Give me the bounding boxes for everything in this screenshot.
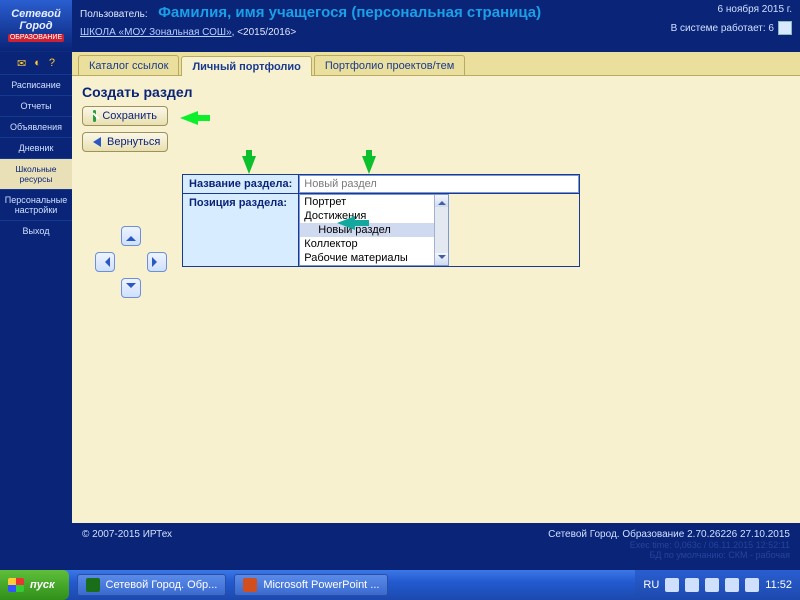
mail-icon[interactable]: ✉ bbox=[17, 57, 26, 70]
option-new-section[interactable]: Новый раздел bbox=[300, 223, 448, 237]
tabbar: Каталог ссылок Личный портфолио Портфоли… bbox=[72, 52, 800, 76]
name-field-label: Название раздела: bbox=[183, 175, 299, 194]
task-label-browser: Сетевой Город. Обр... bbox=[106, 579, 218, 591]
page-title: Фамилия, имя учащегося (персональная стр… bbox=[158, 4, 541, 21]
back-button-label: Вернуться bbox=[107, 136, 160, 148]
tab-personal-portfolio[interactable]: Личный портфолио bbox=[181, 56, 311, 76]
save-icon bbox=[93, 110, 96, 122]
section-title: Создать раздел bbox=[82, 84, 790, 100]
back-button[interactable]: Вернуться bbox=[82, 132, 168, 152]
online-count: В системе работает: 6 bbox=[671, 23, 774, 34]
user-label: Пользователь: bbox=[80, 9, 148, 20]
task-icon-browser bbox=[86, 578, 100, 592]
sidebar-item-announcements[interactable]: Объявления bbox=[0, 116, 72, 137]
system-tray: RU 11:52 bbox=[635, 570, 800, 600]
app-logo: Сетевой Город ОБРАЗОВАНИЕ bbox=[0, 0, 72, 52]
move-left-button[interactable] bbox=[95, 252, 115, 272]
start-label: пуск bbox=[30, 579, 55, 591]
sidebar-item-schedule[interactable]: Расписание bbox=[0, 74, 72, 95]
app-header: Пользователь: Фамилия, имя учащегося (пе… bbox=[72, 0, 800, 52]
users-icon bbox=[778, 21, 792, 35]
tab-project-portfolio[interactable]: Портфолио проектов/тем bbox=[314, 55, 465, 75]
move-controls bbox=[88, 226, 174, 312]
option-work-materials[interactable]: Рабочие материалы bbox=[300, 251, 448, 265]
sidebar-toolbar: ✉ ◐ ? bbox=[0, 52, 72, 74]
start-button[interactable]: пуск bbox=[0, 570, 69, 600]
annotation-arrow-1 bbox=[242, 156, 256, 174]
option-portrait[interactable]: Портрет bbox=[300, 195, 448, 209]
sidebar-item-school-resources[interactable]: Школьные ресурсы bbox=[0, 158, 72, 189]
scroll-up-icon[interactable] bbox=[435, 195, 448, 207]
tab-link-catalog[interactable]: Каталог ссылок bbox=[78, 55, 179, 75]
task-label-powerpoint: Microsoft PowerPoint ... bbox=[263, 579, 379, 591]
sidebar-item-reports[interactable]: Отчеты bbox=[0, 95, 72, 116]
taskbar-task-browser[interactable]: Сетевой Город. Обр... bbox=[77, 574, 227, 596]
school-link[interactable]: ШКОЛА «МОУ Зональная СОШ» bbox=[80, 27, 232, 38]
select-scrollbar[interactable] bbox=[434, 195, 448, 265]
save-button[interactable]: Сохранить bbox=[82, 106, 168, 126]
save-button-label: Сохранить bbox=[102, 110, 157, 122]
section-form: Название раздела: Позиция раздела: Портр… bbox=[182, 174, 580, 267]
move-right-button[interactable] bbox=[147, 252, 167, 272]
logo-band: ОБРАЗОВАНИЕ bbox=[8, 34, 64, 41]
tray-icon-5[interactable] bbox=[745, 578, 759, 592]
footer-db: БД по умолчанию: СКМ - рабочая bbox=[548, 550, 790, 560]
sidebar-item-personal-settings[interactable]: Персональные настройки bbox=[0, 189, 72, 220]
app-footer: © 2007-2015 ИРТех Сетевой Город. Образов… bbox=[72, 523, 800, 570]
tray-icon-3[interactable] bbox=[705, 578, 719, 592]
tray-lang[interactable]: RU bbox=[643, 579, 659, 591]
option-collector[interactable]: Коллектор bbox=[300, 237, 448, 251]
school-year: <2015/2016> bbox=[237, 27, 296, 38]
footer-copyright: © 2007-2015 ИРТех bbox=[82, 529, 172, 560]
footer-exec-time: Exec time: 0,063с / 06.11.2015 12:52:11 bbox=[548, 540, 790, 550]
tray-clock: 11:52 bbox=[765, 579, 792, 591]
os-taskbar: пуск Сетевой Город. Обр... Microsoft Pow… bbox=[0, 570, 800, 600]
task-icon-powerpoint bbox=[243, 578, 257, 592]
annotation-arrow-save bbox=[180, 111, 198, 125]
back-icon bbox=[93, 137, 101, 147]
section-name-input[interactable] bbox=[299, 175, 579, 193]
globe-icon[interactable]: ◐ bbox=[34, 57, 41, 69]
help-icon[interactable]: ? bbox=[49, 57, 55, 69]
taskbar-task-powerpoint[interactable]: Microsoft PowerPoint ... bbox=[234, 574, 388, 596]
sidebar-item-exit[interactable]: Выход bbox=[0, 220, 72, 241]
logo-line2: Город bbox=[19, 21, 52, 33]
footer-product: Сетевой Город. Образование 2.70.26226 27… bbox=[548, 529, 790, 540]
scroll-down-icon[interactable] bbox=[435, 253, 448, 265]
header-date: 6 ноября 2015 г. bbox=[671, 4, 792, 15]
move-down-button[interactable] bbox=[121, 278, 141, 298]
annotation-arrow-2 bbox=[362, 156, 376, 174]
option-achievements[interactable]: Достижения bbox=[300, 209, 448, 223]
move-up-button[interactable] bbox=[121, 226, 141, 246]
position-field-label: Позиция раздела: bbox=[183, 194, 299, 267]
sidebar-item-diary[interactable]: Дневник bbox=[0, 137, 72, 158]
tray-icon-1[interactable] bbox=[665, 578, 679, 592]
tray-icon-2[interactable] bbox=[685, 578, 699, 592]
section-position-select[interactable]: Портрет Достижения Новый раздел Коллекто… bbox=[299, 194, 449, 266]
windows-flag-icon bbox=[8, 578, 24, 592]
tray-icon-4[interactable] bbox=[725, 578, 739, 592]
